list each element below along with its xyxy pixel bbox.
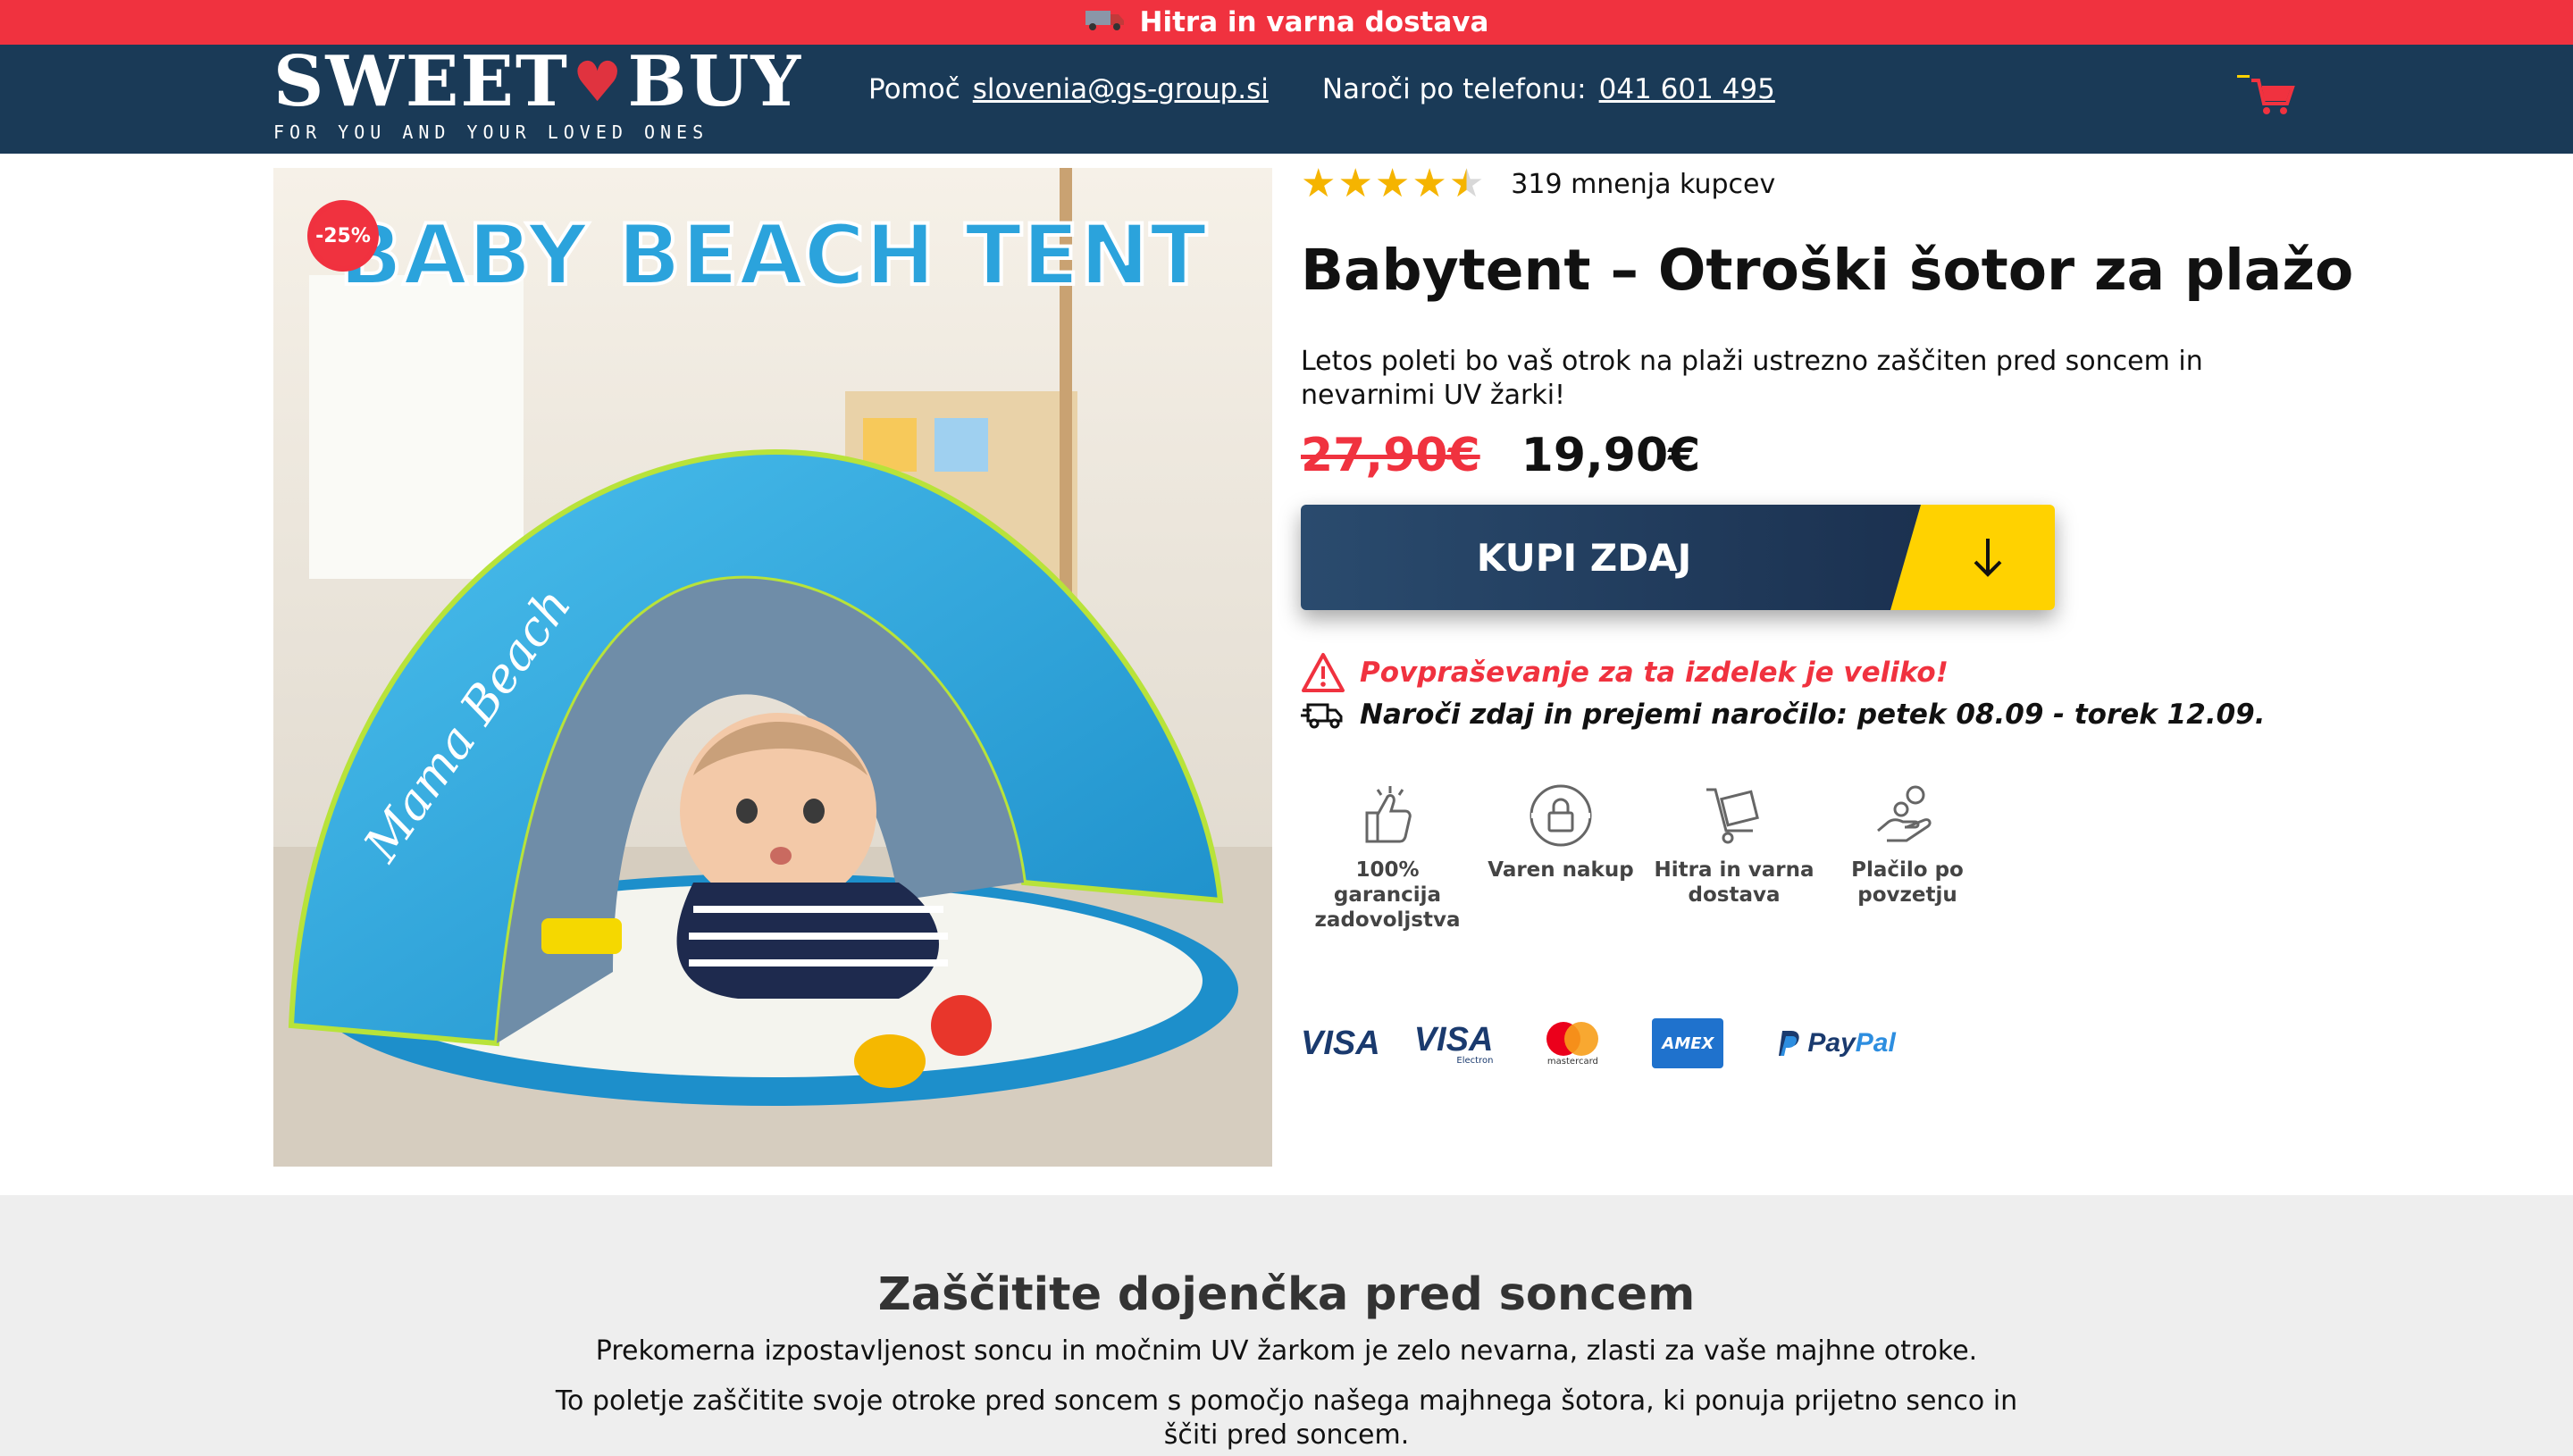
amex-logo: AMEX (1652, 1018, 1724, 1068)
image-title: BABY BEACH TENT (339, 207, 1207, 305)
logo-text-2: BUY (627, 41, 803, 122)
lock-icon (1530, 784, 1592, 847)
warning-icon (1302, 653, 1345, 692)
warning-text: Povpraševanje za ta izdelek je veliko! (1360, 657, 1949, 689)
banner-text: Hitra in varna dostava (1139, 6, 1489, 38)
cash-hand-icon (1877, 785, 1932, 842)
old-price: 27,90€ (1301, 429, 1480, 482)
half-star-icon: ★ (1448, 161, 1485, 206)
info-paragraph-1: Prekomerna izpostavljenost soncu in močn… (595, 1335, 1978, 1367)
info-paragraph-2: To poletje zaščitite svoje otroke pred s… (555, 1385, 2018, 1451)
feature-cod: Plačilo po povzetju (1821, 782, 1994, 933)
star-icon: ★ (1301, 161, 1337, 206)
help-label: Pomoč (868, 73, 960, 105)
shipping-banner: Hitra in varna dostava (0, 0, 2573, 45)
arrow-down-icon (1890, 505, 2055, 610)
cart-button[interactable] (2237, 73, 2298, 118)
help-email-link[interactable]: slovenia@gs-group.si (973, 73, 1269, 105)
phone-label: Naroči po telefonu: (1321, 73, 1587, 105)
star-rating: ★ ★ ★ ★ ★ (1301, 164, 1484, 204)
payment-methods: VISA VISA Electron mastercard AMEX PayPa… (1301, 1018, 1930, 1068)
feature-guarantee: 100% garancija zadovoljstva (1301, 782, 1474, 933)
paypal-logo: PayPal (1777, 1028, 1896, 1059)
product-description: Letos poleti bo vaš otrok na plaži ustre… (1301, 346, 2203, 411)
demand-warning: Povpraševanje za ta izdelek je veliko! (1301, 652, 1949, 693)
logo-tagline: FOR YOU AND YOUR LOVED ONES (273, 121, 709, 143)
reviews-count: 319 mnenja kupcev (1511, 168, 1776, 200)
buy-now-label: KUPI ZDAJ (1301, 505, 1921, 610)
feature-secure: Varen nakup (1474, 782, 1647, 933)
info-section: Zaščitite dojenčka pred soncem Prekomern… (0, 1195, 2573, 1456)
rating-row[interactable]: ★ ★ ★ ★ ★ 319 mnenja kupcev (1301, 164, 1775, 204)
thumbs-up-icon (1365, 786, 1412, 843)
product-title: Babytent – Otroški šotor za plažo (1301, 238, 2354, 303)
paypal-icon (1779, 1031, 1800, 1056)
star-icon: ★ (1412, 161, 1447, 206)
delivery-cart-icon (1706, 788, 1759, 844)
logo[interactable]: SWEET ♥ BUY FOR YOU AND YOUR LOVED ONES (273, 41, 803, 144)
visa-electron-logo: VISA Electron (1413, 1021, 1494, 1066)
delivery-text: Naroči zdaj in prejemi naročilo: petek 0… (1360, 699, 2266, 731)
feature-delivery: Hitra in varna dostava (1647, 782, 1821, 933)
delivery-truck-icon (1301, 703, 1343, 729)
info-heading: Zaščitite dojenčka pred soncem (877, 1268, 1696, 1321)
header-contact: Pomoč slovenia@gs-group.si Naroči po tel… (868, 73, 1775, 105)
mastercard-logo: mastercard (1543, 1021, 1602, 1067)
new-price: 19,90€ (1521, 429, 1701, 482)
shopping-cart-icon (2237, 75, 2295, 114)
price-row: 27,90€ 19,90€ (1301, 429, 1700, 482)
trust-features: 100% garancija zadovoljstva Varen nakup … (1301, 782, 1994, 933)
buy-now-button[interactable]: KUPI ZDAJ (1301, 505, 2055, 610)
phone-number-link[interactable]: 041 601 495 (1599, 73, 1775, 105)
delivery-estimate: Naroči zdaj in prejemi naročilo: petek 0… (1301, 699, 2266, 731)
logo-text: SWEET (273, 41, 569, 122)
heart-icon: ♥ (572, 49, 624, 114)
visa-logo: VISA (1301, 1024, 1380, 1062)
discount-badge: -25% (307, 200, 379, 272)
product-image[interactable]: Mama Beach BABY BEACH TENT (273, 168, 1272, 1167)
star-icon: ★ (1337, 161, 1373, 206)
star-icon: ★ (1374, 161, 1411, 206)
truck-icon (1085, 7, 1126, 38)
